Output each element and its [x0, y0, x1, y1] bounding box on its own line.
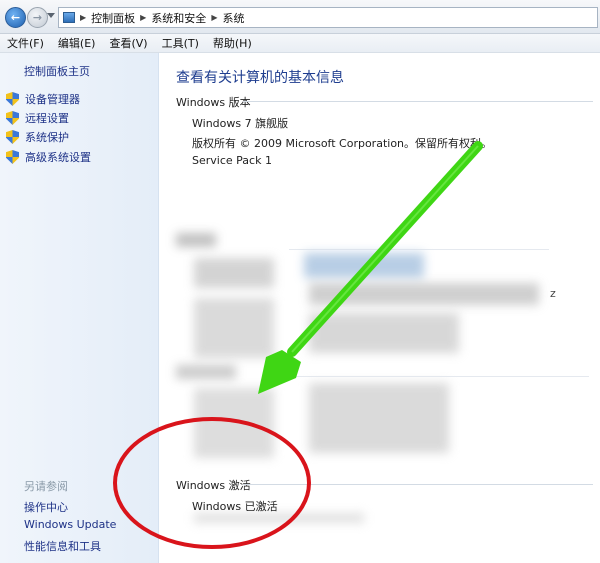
- section-divider: [243, 484, 593, 485]
- left-pane: 控制面板主页 设备管理器 远程设置 系统保护 高级系统设置 另请参阅 操作中心 …: [0, 53, 159, 563]
- windows-edition-name: Windows 7 旗舰版: [192, 117, 289, 130]
- breadcrumb-system-security[interactable]: 系统和安全: [151, 10, 206, 26]
- windows-edition-header: Windows 版本: [176, 96, 251, 109]
- service-pack-text: Service Pack 1: [192, 154, 272, 167]
- control-panel-home-link[interactable]: 控制面板主页: [24, 63, 90, 79]
- forward-button[interactable]: →: [27, 7, 48, 28]
- sidebar-item-device-manager[interactable]: 设备管理器: [6, 91, 80, 107]
- uac-shield-icon: [6, 150, 19, 164]
- title-bar: ← → ▶ 控制面板 ▶ 系统和安全 ▶ 系统: [0, 0, 600, 34]
- chevron-right-icon[interactable]: ▶: [211, 13, 217, 22]
- back-button[interactable]: ←: [5, 7, 26, 28]
- control-panel-icon: [63, 12, 75, 23]
- uac-shield-icon: [6, 130, 19, 144]
- sidebar-item-label[interactable]: 系统保护: [25, 129, 69, 145]
- sidebar-item-advanced-settings[interactable]: 高级系统设置: [6, 149, 91, 165]
- copyright-text: 版权所有 © 2009 Microsoft Corporation。保留所有权利…: [192, 137, 493, 150]
- sidebar-item-remote-settings[interactable]: 远程设置: [6, 110, 69, 126]
- uac-shield-icon: [6, 111, 19, 125]
- page-title: 查看有关计算机的基本信息: [176, 70, 344, 86]
- sidebar-item-label[interactable]: 高级系统设置: [25, 149, 91, 165]
- activation-status: Windows 已激活: [192, 500, 278, 513]
- chevron-right-icon[interactable]: ▶: [140, 13, 146, 22]
- address-bar[interactable]: ▶ 控制面板 ▶ 系统和安全 ▶ 系统: [58, 7, 598, 28]
- windows-update-link[interactable]: Windows Update: [24, 518, 116, 531]
- menu-view[interactable]: 查看(V): [102, 35, 154, 51]
- forward-arrow-icon: →: [32, 11, 43, 24]
- sidebar-item-label[interactable]: 设备管理器: [25, 91, 80, 107]
- blurred-text-fragment: z: [550, 287, 556, 300]
- breadcrumb-system[interactable]: 系统: [222, 10, 244, 26]
- main-content: 查看有关计算机的基本信息 Windows 版本 Windows 7 旗舰版 版权…: [159, 53, 600, 563]
- chevron-right-icon[interactable]: ▶: [80, 13, 86, 22]
- back-arrow-icon: ←: [10, 11, 21, 24]
- menu-file[interactable]: 文件(F): [0, 35, 51, 51]
- section-divider: [289, 249, 549, 250]
- breadcrumb-control-panel[interactable]: 控制面板: [91, 10, 135, 26]
- performance-tools-link[interactable]: 性能信息和工具: [24, 538, 101, 554]
- sidebar-item-system-protection[interactable]: 系统保护: [6, 129, 69, 145]
- see-also-heading: 另请参阅: [24, 480, 68, 493]
- sidebar-item-label[interactable]: 远程设置: [25, 110, 69, 126]
- recent-pages-dropdown[interactable]: [47, 13, 55, 18]
- menu-edit[interactable]: 编辑(E): [51, 35, 103, 51]
- menu-tools[interactable]: 工具(T): [155, 35, 206, 51]
- menu-bar: 文件(F) 编辑(E) 查看(V) 工具(T) 帮助(H): [0, 34, 600, 53]
- uac-shield-icon: [6, 92, 19, 106]
- windows-activation-header: Windows 激活: [176, 479, 251, 492]
- section-divider: [243, 101, 593, 102]
- action-center-link[interactable]: 操作中心: [24, 499, 68, 515]
- section-divider: [289, 376, 589, 377]
- menu-help[interactable]: 帮助(H): [206, 35, 259, 51]
